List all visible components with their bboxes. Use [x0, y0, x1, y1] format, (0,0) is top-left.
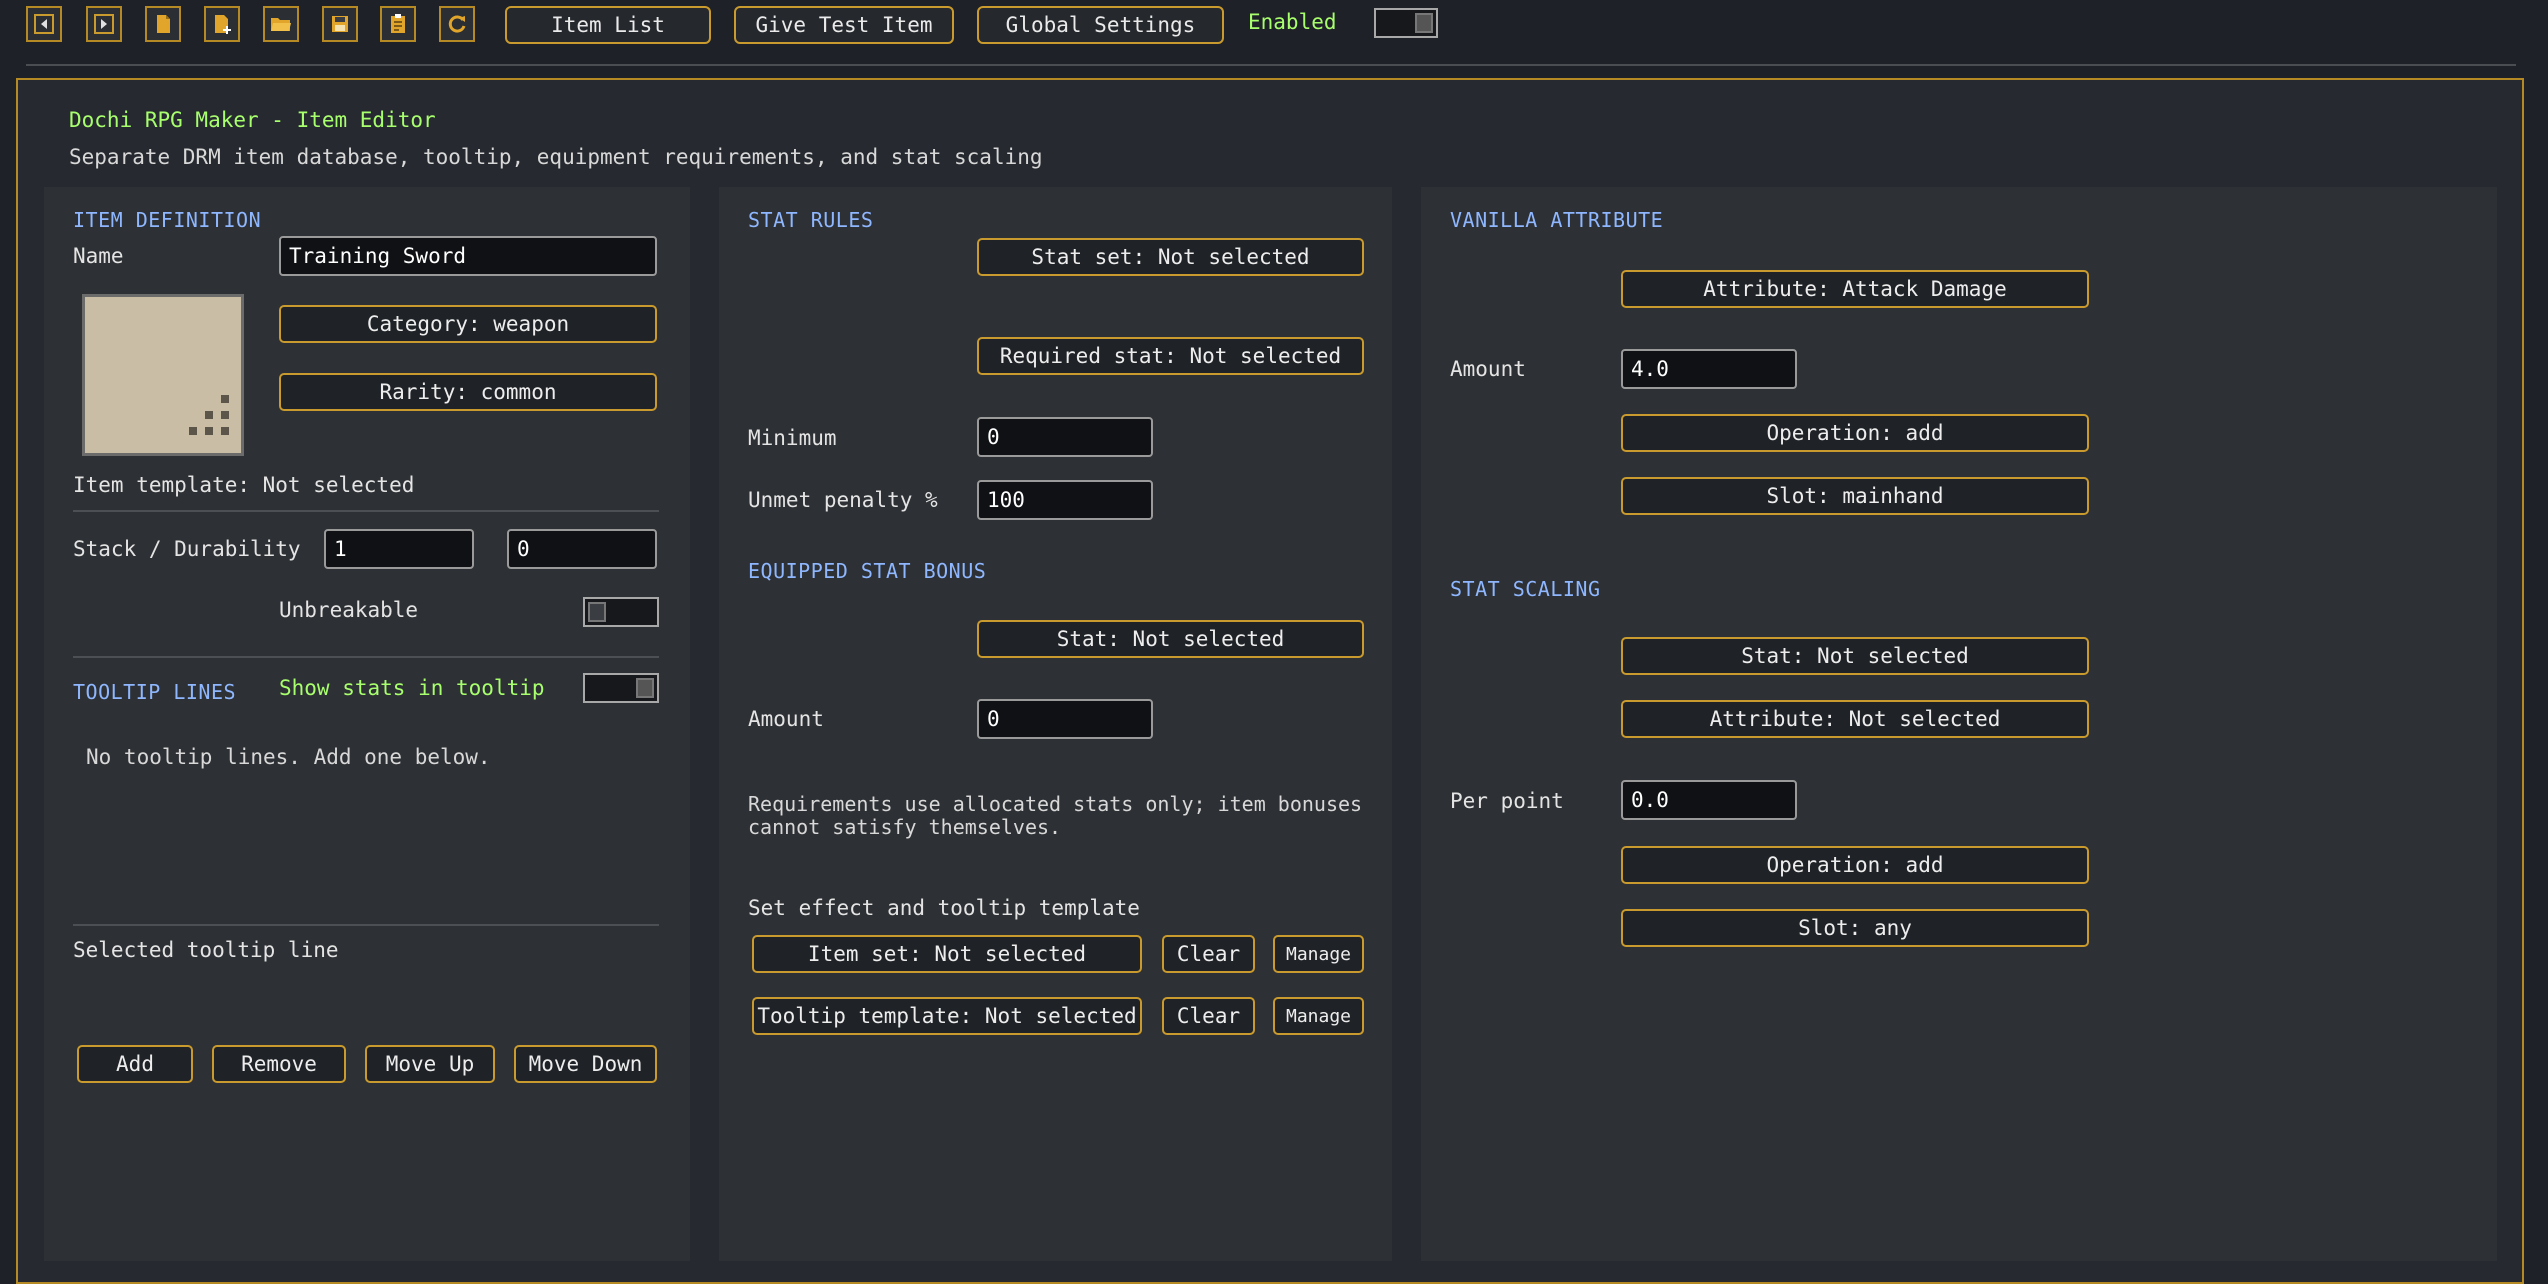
item-name-field[interactable]: Training Sword [279, 236, 657, 276]
stat-scaling-heading: STAT SCALING [1450, 577, 1601, 601]
item-icon-preview[interactable] [82, 294, 244, 456]
vanilla-attribute-heading: VANILLA ATTRIBUTE [1450, 208, 1664, 232]
unbreakable-label: Unbreakable [279, 598, 419, 622]
scaling-operation-button[interactable]: Operation: add [1621, 846, 2089, 884]
item-template-label[interactable]: Item template: Not selected [73, 473, 414, 497]
move-up-button[interactable]: Move Up [365, 1045, 495, 1083]
bonus-amount-field[interactable]: 0 [977, 699, 1153, 739]
stat-rules-heading: STAT RULES [748, 208, 874, 232]
stack-field[interactable]: 1 [324, 529, 474, 569]
bonus-amount-label: Amount [748, 707, 824, 731]
tooltip-empty-text: No tooltip lines. Add one below. [86, 745, 491, 769]
remove-button[interactable]: Remove [212, 1045, 346, 1083]
durability-field[interactable]: 0 [507, 529, 657, 569]
tooltip-lines-heading: TOOLTIP LINES [73, 680, 237, 704]
show-stats-label: Show stats in tooltip [279, 676, 545, 700]
vanilla-amount-label: Amount [1450, 357, 1526, 381]
refresh-icon[interactable] [439, 6, 475, 42]
scaling-slot-button[interactable]: Slot: any [1621, 909, 2089, 947]
minimum-label: Minimum [748, 426, 837, 450]
unmet-penalty-label: Unmet penalty % [748, 488, 938, 512]
global-settings-button[interactable]: Global Settings [977, 6, 1224, 44]
requirements-note: Requirements use allocated stats only; i… [748, 792, 1363, 839]
scaling-attribute-button[interactable]: Attribute: Not selected [1621, 700, 2089, 738]
required-stat-button[interactable]: Required stat: Not selected [977, 337, 1364, 375]
tooltip-template-manage-button[interactable]: Manage [1273, 997, 1364, 1035]
bonus-stat-button[interactable]: Stat: Not selected [977, 620, 1364, 658]
unbreakable-toggle[interactable] [583, 597, 659, 627]
item-set-clear-button[interactable]: Clear [1162, 935, 1255, 973]
page-title: Dochi RPG Maker - Item Editor [69, 108, 436, 132]
clipboard-icon[interactable] [380, 6, 416, 42]
item-list-button[interactable]: Item List [505, 6, 711, 44]
per-point-label: Per point [1450, 789, 1564, 813]
back-arrow-icon[interactable] [26, 6, 62, 42]
vanilla-amount-field[interactable]: 4.0 [1621, 349, 1797, 389]
name-label: Name [73, 244, 124, 268]
move-down-button[interactable]: Move Down [514, 1045, 657, 1083]
page-subtitle: Separate DRM item database, tooltip, equ… [69, 145, 1043, 169]
vanilla-operation-button[interactable]: Operation: add [1621, 414, 2089, 452]
item-definition-heading: ITEM DEFINITION [73, 208, 262, 232]
stack-durability-label: Stack / Durability [73, 537, 301, 561]
enabled-label: Enabled [1248, 10, 1337, 34]
add-button[interactable]: Add [77, 1045, 193, 1083]
divider [73, 656, 659, 658]
enabled-toggle[interactable] [1374, 8, 1438, 38]
item-set-manage-button[interactable]: Manage [1273, 935, 1364, 973]
minimum-field[interactable]: 0 [977, 417, 1153, 457]
give-test-item-button[interactable]: Give Test Item [734, 6, 954, 44]
show-stats-toggle[interactable] [583, 673, 659, 703]
set-effect-label: Set effect and tooltip template [748, 896, 1140, 920]
selected-tooltip-line-label: Selected tooltip line [73, 938, 339, 962]
item-set-button[interactable]: Item set: Not selected [752, 935, 1142, 973]
vanilla-slot-button[interactable]: Slot: mainhand [1621, 477, 2089, 515]
category-button[interactable]: Category: weapon [279, 305, 657, 343]
unmet-penalty-field[interactable]: 100 [977, 480, 1153, 520]
stat-set-button[interactable]: Stat set: Not selected [977, 238, 1364, 276]
forward-arrow-icon[interactable] [86, 6, 122, 42]
toolbar-divider [26, 64, 2516, 66]
tooltip-template-button[interactable]: Tooltip template: Not selected [752, 997, 1142, 1035]
scaling-stat-button[interactable]: Stat: Not selected [1621, 637, 2089, 675]
open-folder-icon[interactable] [263, 6, 299, 42]
per-point-field[interactable]: 0.0 [1621, 780, 1797, 820]
equipped-stat-bonus-heading: EQUIPPED STAT BONUS [748, 559, 987, 583]
vanilla-attribute-button[interactable]: Attribute: Attack Damage [1621, 270, 2089, 308]
new-file-icon[interactable] [145, 6, 181, 42]
add-file-icon[interactable] [204, 6, 240, 42]
divider [73, 510, 659, 512]
rarity-button[interactable]: Rarity: common [279, 373, 657, 411]
save-icon[interactable] [322, 6, 358, 42]
tooltip-template-clear-button[interactable]: Clear [1162, 997, 1255, 1035]
divider [73, 924, 659, 926]
